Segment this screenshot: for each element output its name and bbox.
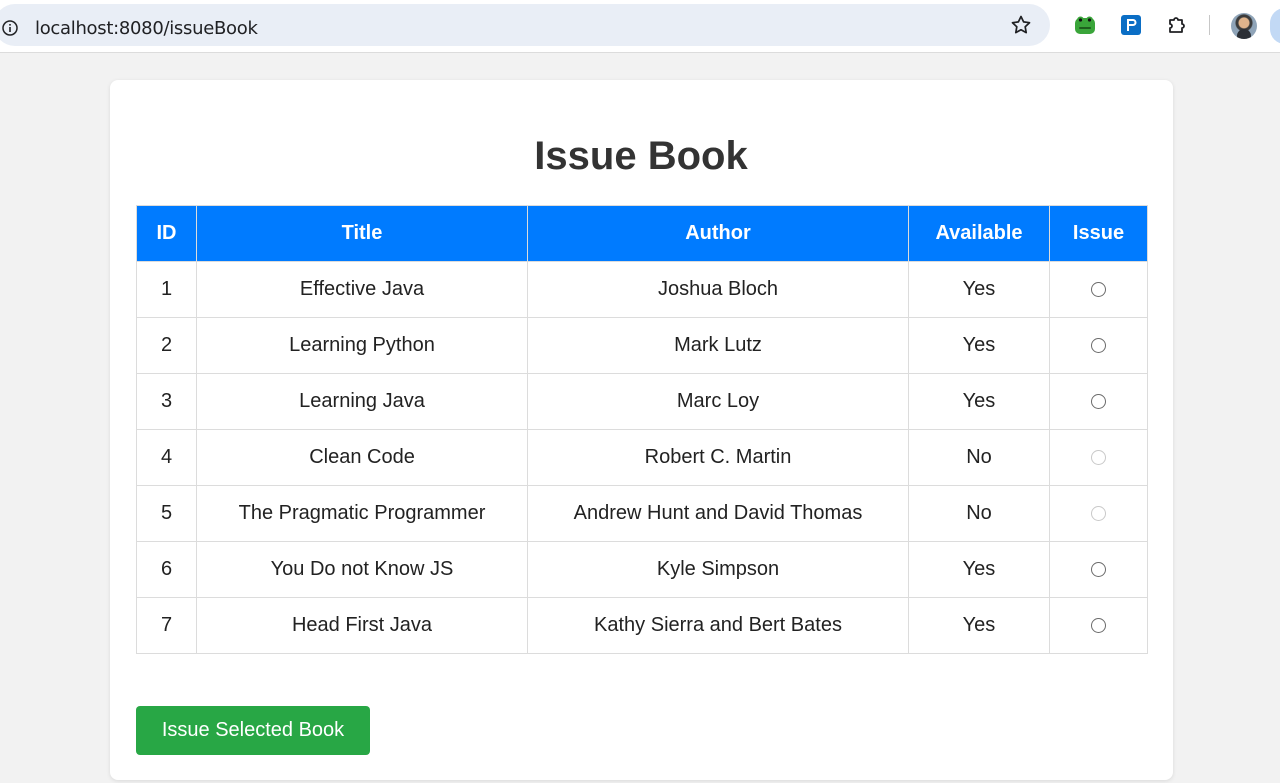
- cell-title: Learning Python: [196, 317, 528, 374]
- p-extension-icon[interactable]: [1119, 13, 1143, 37]
- cell-issue: [1049, 373, 1148, 430]
- table-row: 6 You Do not Know JS Kyle Simpson Yes: [136, 541, 1148, 598]
- cell-id: 3: [136, 373, 197, 430]
- cell-title: Learning Java: [196, 373, 528, 430]
- table-row: 5 The Pragmatic Programmer Andrew Hunt a…: [136, 485, 1148, 542]
- cell-author: Mark Lutz: [527, 317, 909, 374]
- avatar[interactable]: [1231, 13, 1257, 39]
- cell-issue: [1049, 317, 1148, 374]
- issue-radio[interactable]: [1091, 338, 1106, 354]
- cell-id: 7: [136, 597, 197, 654]
- cell-title: Effective Java: [196, 261, 528, 318]
- cell-issue: [1049, 597, 1148, 654]
- table-row: 7 Head First Java Kathy Sierra and Bert …: [136, 597, 1148, 654]
- cell-author: Kyle Simpson: [527, 541, 909, 598]
- cell-title: Head First Java: [196, 597, 528, 654]
- header-id: ID: [136, 205, 197, 262]
- header-issue: Issue: [1049, 205, 1148, 262]
- issue-radio: [1091, 506, 1106, 522]
- cell-id: 4: [136, 429, 197, 486]
- cell-available: Yes: [908, 597, 1050, 654]
- frog-extension-icon[interactable]: [1073, 13, 1097, 37]
- info-icon[interactable]: [2, 20, 18, 36]
- issue-radio[interactable]: [1091, 394, 1106, 410]
- cell-issue: [1049, 429, 1148, 486]
- cell-available: Yes: [908, 317, 1050, 374]
- cell-issue: [1049, 261, 1148, 318]
- header-available: Available: [908, 205, 1050, 262]
- cell-id: 1: [136, 261, 197, 318]
- cell-id: 6: [136, 541, 197, 598]
- issue-selected-book-button[interactable]: Issue Selected Book: [136, 706, 370, 755]
- issue-radio[interactable]: [1091, 562, 1106, 578]
- table-row: 3 Learning Java Marc Loy Yes: [136, 373, 1148, 430]
- header-title: Title: [196, 205, 528, 262]
- address-bar[interactable]: localhost:8080/issueBook: [0, 4, 1050, 46]
- table-header-row: ID Title Author Available Issue: [136, 205, 1148, 262]
- cell-available: No: [908, 429, 1050, 486]
- cell-title: The Pragmatic Programmer: [196, 485, 528, 542]
- star-icon[interactable]: [1009, 13, 1033, 37]
- cell-available: Yes: [908, 261, 1050, 318]
- cell-author: Joshua Bloch: [527, 261, 909, 318]
- cell-id: 2: [136, 317, 197, 374]
- puzzle-extensions-icon[interactable]: [1165, 13, 1189, 37]
- url-text[interactable]: localhost:8080/issueBook: [35, 18, 258, 39]
- books-table: ID Title Author Available Issue 1 Effect…: [136, 205, 1148, 654]
- cell-issue: [1049, 485, 1148, 542]
- cell-author: Robert C. Martin: [527, 429, 909, 486]
- cell-author: Andrew Hunt and David Thomas: [527, 485, 909, 542]
- table-row: 2 Learning Python Mark Lutz Yes: [136, 317, 1148, 374]
- cell-available: Yes: [908, 541, 1050, 598]
- cell-author: Marc Loy: [527, 373, 909, 430]
- issue-radio: [1091, 450, 1106, 466]
- cell-available: No: [908, 485, 1050, 542]
- cell-title: Clean Code: [196, 429, 528, 486]
- browser-toolbar: localhost:8080/issueBook: [0, 0, 1280, 53]
- cell-title: You Do not Know JS: [196, 541, 528, 598]
- cell-author: Kathy Sierra and Bert Bates: [527, 597, 909, 654]
- issue-radio[interactable]: [1091, 282, 1106, 298]
- cell-available: Yes: [908, 373, 1050, 430]
- cell-id: 5: [136, 485, 197, 542]
- header-author: Author: [527, 205, 909, 262]
- page-title: Issue Book: [534, 134, 748, 178]
- cell-issue: [1049, 541, 1148, 598]
- profile-button[interactable]: [1270, 8, 1280, 44]
- toolbar-divider: [1209, 15, 1210, 35]
- table-row: 4 Clean Code Robert C. Martin No: [136, 429, 1148, 486]
- issue-radio[interactable]: [1091, 618, 1106, 634]
- table-row: 1 Effective Java Joshua Bloch Yes: [136, 261, 1148, 318]
